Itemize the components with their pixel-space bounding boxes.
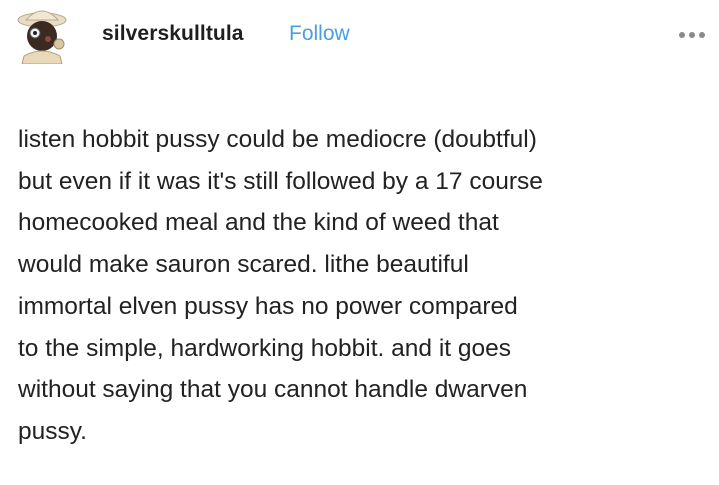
post-body: listen hobbit pussy could be mediocre (d…	[18, 119, 708, 453]
post-line: pussy.	[18, 417, 87, 445]
avatar[interactable]	[12, 6, 70, 64]
post-header: silverskulltula Follow	[12, 6, 707, 66]
post-line: to the simple, hardworking hobbit. and i…	[18, 334, 512, 362]
post-line: homecooked meal and the kind of weed tha…	[18, 209, 499, 237]
post-line: without saying that you cannot handle dw…	[18, 376, 528, 404]
more-options-icon[interactable]	[679, 32, 705, 40]
username[interactable]: silverskulltula	[102, 22, 244, 46]
post-line: listen hobbit pussy could be mediocre (d…	[18, 126, 537, 153]
follow-button[interactable]: Follow	[289, 22, 350, 46]
avatar-icon	[12, 6, 70, 64]
post-line: would make sauron scared. lithe beautifu…	[18, 251, 469, 279]
tumblr-post: silverskulltula Follow listen hobbit pus…	[0, 0, 719, 485]
post-line: immortal elven pussy has no power compar…	[18, 292, 518, 320]
post-line: but even if it was it's still followed b…	[18, 167, 543, 195]
